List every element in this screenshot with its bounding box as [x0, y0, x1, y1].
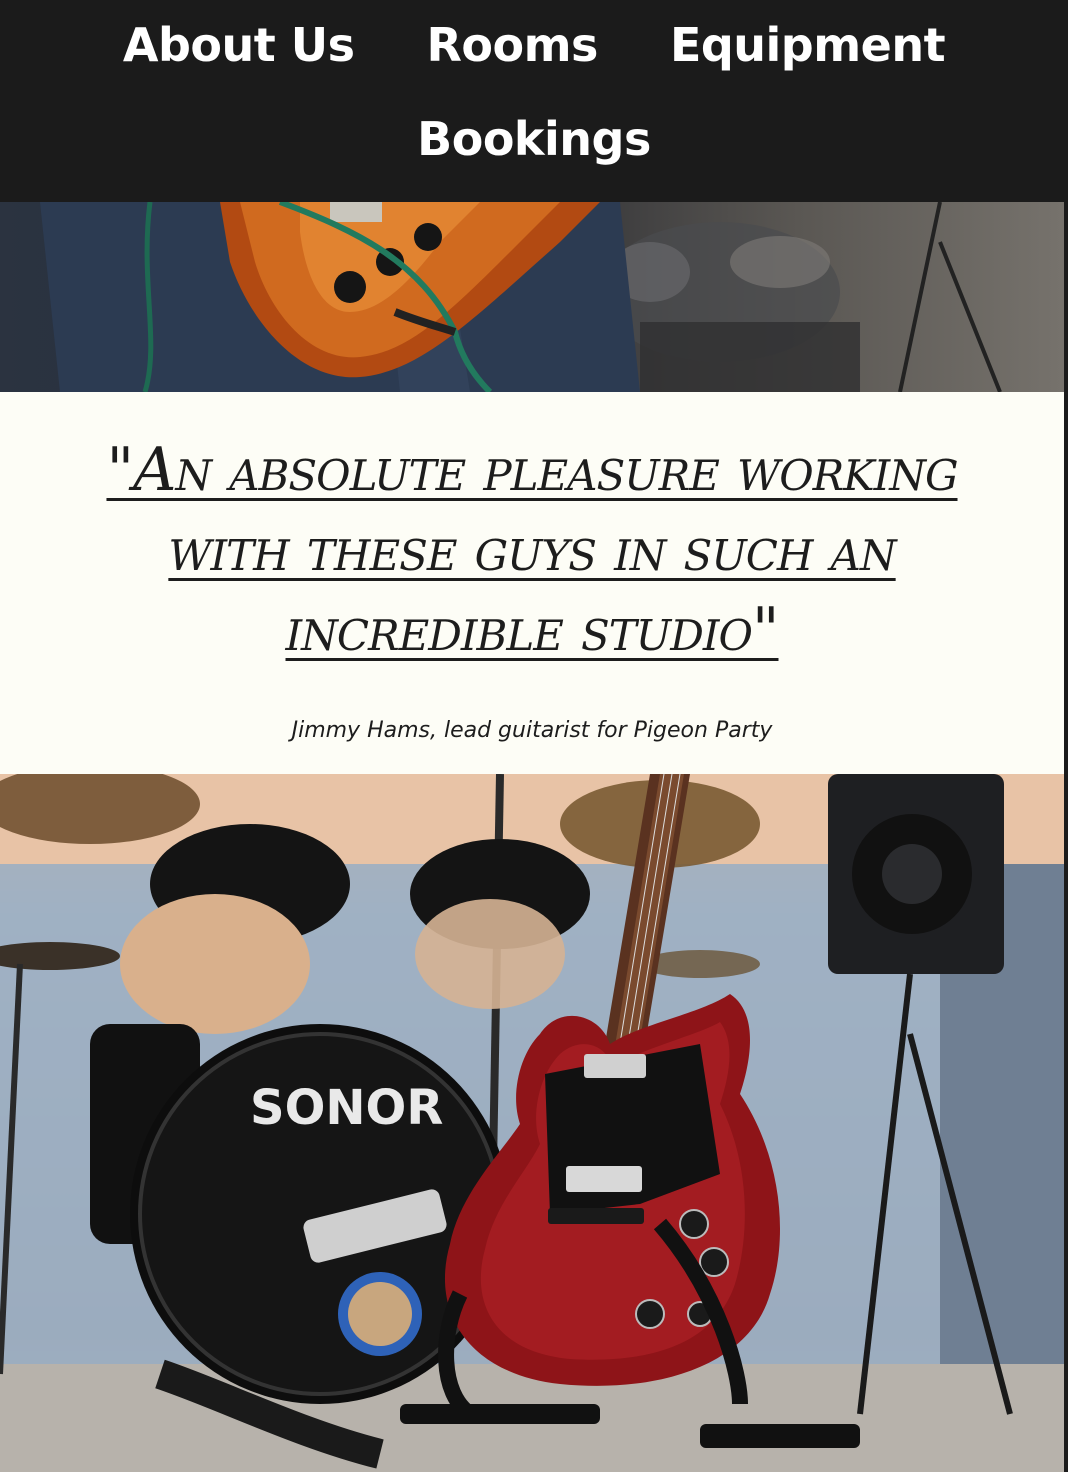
banner-illustration [40, 202, 1002, 392]
nav-link-bookings[interactable]: Bookings [417, 108, 651, 170]
banner-image-guitarist [0, 202, 1064, 392]
right-edge [1064, 202, 1068, 1472]
photo-illustration: SONOR [0, 774, 1064, 1472]
nav-row-primary: About Us Rooms Equipment [0, 14, 1068, 76]
testimonial-attribution: Jimmy Hams, lead guitarist for Pigeon Pa… [291, 718, 773, 743]
quote-line-3: incredible studio" [285, 595, 780, 665]
nav-row-secondary: Bookings [0, 108, 1068, 170]
quote-line-1: "An absolute pleasure working [106, 435, 958, 505]
hero-image-guitar-and-drums: SONOR [0, 774, 1064, 1472]
drum-brand-logo: SONOR [250, 1080, 443, 1136]
top-navigation: About Us Rooms Equipment Bookings [0, 0, 1068, 202]
nav-link-rooms[interactable]: Rooms [427, 14, 599, 76]
nav-link-about-us[interactable]: About Us [123, 14, 355, 76]
testimonial-quote: "An absolute pleasure working with these… [0, 430, 1064, 670]
nav-link-equipment[interactable]: Equipment [670, 14, 946, 76]
quote-line-2: with these guys in such an [168, 515, 896, 585]
testimonial-section: "An absolute pleasure working with these… [0, 392, 1064, 774]
